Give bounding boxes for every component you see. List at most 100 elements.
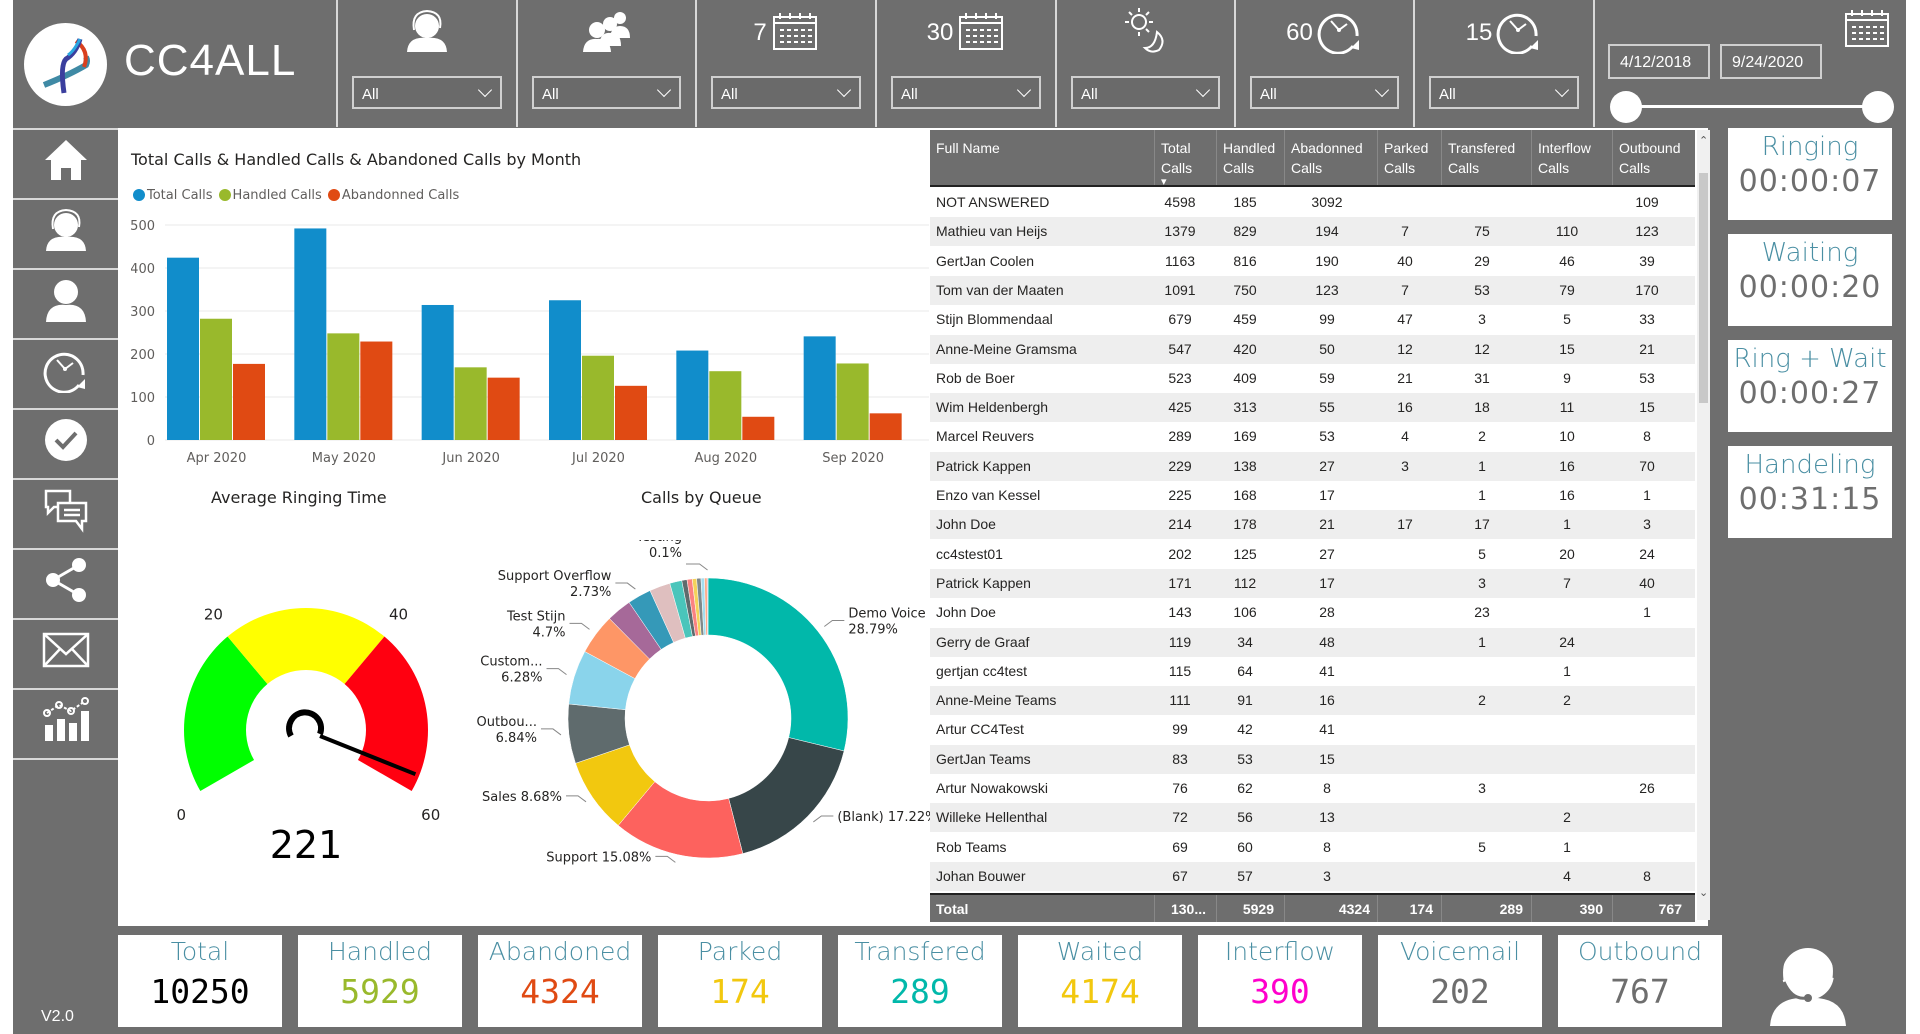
table-row[interactable]: John Doe 214 178 21 17 17 1 3 bbox=[930, 510, 1695, 540]
table-row[interactable]: John Doe 143 106 28 23 1 bbox=[930, 598, 1695, 627]
number-cell: 1 bbox=[1478, 487, 1486, 503]
sidebar-item-chat-bubbles[interactable] bbox=[13, 478, 118, 544]
table-row[interactable]: Patrick Kappen 229 138 27 3 1 16 70 bbox=[930, 451, 1695, 481]
kpi-card-handled: Handled 5929 bbox=[298, 935, 462, 1027]
column-header[interactable]: Interflow Calls bbox=[1531, 130, 1613, 185]
donut-slice[interactable] bbox=[728, 737, 845, 854]
table-row[interactable]: Marcel Reuvers 289 169 53 4 2 10 8 bbox=[930, 422, 1695, 451]
sidebar-item-share[interactable] bbox=[13, 548, 118, 614]
scroll-up-icon[interactable]: ⌃ bbox=[1699, 134, 1708, 147]
sidebar-item-home[interactable] bbox=[13, 128, 118, 194]
legend-item-total[interactable]: Total Calls bbox=[133, 188, 213, 203]
table-row[interactable]: NOT ANSWERED 4598 185 3092 109 bbox=[930, 188, 1695, 217]
table-row[interactable]: Willeke Hellenthal 72 56 13 2 bbox=[930, 803, 1695, 833]
number-cell: 194 bbox=[1315, 223, 1339, 240]
table-row[interactable]: GertJan Coolen 1163 816 190 40 29 46 39 bbox=[930, 247, 1695, 276]
table-row[interactable]: Enzo van Kessel 225 168 17 1 16 1 bbox=[930, 481, 1695, 510]
date-slider-start-handle[interactable] bbox=[1610, 91, 1642, 123]
donut-data-label: 6.84% bbox=[496, 731, 537, 746]
sidebar-item-user[interactable] bbox=[13, 268, 118, 334]
sidebar-item-clock-refresh[interactable] bbox=[13, 338, 118, 404]
table-row[interactable]: GertJan Teams 83 53 15 bbox=[930, 744, 1695, 774]
chat-bubbles-icon bbox=[42, 487, 90, 538]
filter-dropdown[interactable]: All bbox=[532, 76, 681, 109]
table-row[interactable]: cc4stest01 202 125 27 5 20 24 bbox=[930, 540, 1695, 569]
bar-total-calls[interactable] bbox=[676, 350, 709, 440]
scrollbar-thumb[interactable] bbox=[1699, 173, 1708, 403]
table-row[interactable]: Artur CC4Test 99 42 41 bbox=[930, 715, 1695, 744]
date-slider-end-handle[interactable] bbox=[1862, 91, 1894, 123]
sidebar-item-checkmark[interactable] bbox=[13, 408, 118, 474]
column-header[interactable]: Parked Calls bbox=[1377, 130, 1443, 185]
bar-total-calls[interactable] bbox=[803, 336, 836, 440]
agent-headset-icon bbox=[402, 8, 452, 59]
bar-total-calls[interactable] bbox=[294, 228, 327, 440]
bar-total-calls[interactable] bbox=[549, 300, 581, 440]
sidebar-item-mail[interactable] bbox=[13, 618, 118, 684]
number-cell: 214 bbox=[1168, 516, 1192, 533]
bar-abandonned-calls[interactable] bbox=[615, 385, 647, 440]
home-icon bbox=[43, 138, 89, 187]
agent-name-cell: John Doe bbox=[936, 516, 996, 533]
kpi-card-value: 202 bbox=[1430, 972, 1490, 1011]
scroll-down-icon[interactable]: ⌄ bbox=[1699, 886, 1708, 899]
sidebar-item-analytics-chart[interactable] bbox=[13, 688, 118, 754]
bar-handled-calls[interactable] bbox=[327, 333, 360, 440]
column-header[interactable]: Abadonned Calls bbox=[1284, 130, 1380, 185]
table-row[interactable]: Rob Teams 69 60 8 5 1 bbox=[930, 833, 1695, 862]
kpi-card-label: Waited bbox=[1056, 937, 1144, 966]
number-cell: 3 bbox=[1643, 516, 1651, 533]
donut-slice[interactable] bbox=[707, 577, 849, 752]
bar-abandonned-calls[interactable] bbox=[869, 413, 902, 440]
bar-abandonned-calls[interactable] bbox=[742, 416, 775, 440]
bar-abandonned-calls[interactable] bbox=[487, 377, 520, 440]
table-row[interactable]: Wim Heldenbergh 425 313 55 16 18 11 15 bbox=[930, 393, 1695, 423]
bar-handled-calls[interactable] bbox=[454, 367, 487, 440]
bar-handled-calls[interactable] bbox=[200, 318, 232, 440]
bar-handled-calls[interactable] bbox=[582, 355, 614, 440]
donut-slice[interactable] bbox=[706, 577, 709, 636]
table-row[interactable]: Anne-Meine Gramsma 547 420 50 12 12 15 21 bbox=[930, 334, 1695, 364]
filter-dropdown[interactable]: All bbox=[1250, 76, 1399, 109]
bar-handled-calls[interactable] bbox=[836, 363, 869, 440]
table-row[interactable]: gertjan cc4test 115 64 41 1 bbox=[930, 657, 1695, 686]
filter-dropdown[interactable]: All bbox=[1429, 76, 1579, 109]
table-scrollbar[interactable]: ⌃ ⌄ bbox=[1697, 130, 1710, 920]
number-cell: 2 bbox=[1563, 809, 1571, 826]
chevron-down-icon bbox=[1374, 82, 1390, 98]
end-date-input[interactable]: 9/24/2020 bbox=[1720, 44, 1822, 79]
agent-headset-icon bbox=[1758, 938, 1858, 1033]
filter-dropdown[interactable]: All bbox=[891, 76, 1041, 109]
start-date-input[interactable]: 4/12/2018 bbox=[1608, 44, 1710, 79]
number-cell: 55 bbox=[1319, 399, 1335, 416]
filter-dropdown[interactable]: All bbox=[352, 76, 502, 109]
table-row[interactable]: Patrick Kappen 171 112 17 3 7 40 bbox=[930, 568, 1695, 598]
bar-total-calls[interactable] bbox=[421, 304, 454, 440]
table-row[interactable]: Anne-Meine Teams 111 91 16 2 2 bbox=[930, 686, 1695, 716]
filter-dropdown[interactable]: All bbox=[1071, 76, 1220, 109]
table-row[interactable]: Tom van der Maaten 1091 750 123 7 53 79 170 bbox=[930, 275, 1695, 305]
column-header[interactable]: Outbound Calls bbox=[1612, 130, 1692, 185]
analytics-chart-icon bbox=[41, 696, 91, 748]
bar-total-calls[interactable] bbox=[167, 257, 199, 440]
bar-abandonned-calls[interactable] bbox=[360, 341, 393, 440]
bar-abandonned-calls[interactable] bbox=[233, 363, 265, 440]
agent-name-cell: John Doe bbox=[936, 604, 996, 621]
filter-dropdown[interactable]: All bbox=[711, 76, 861, 109]
sidebar-item-agent-headset[interactable] bbox=[13, 198, 118, 264]
column-header[interactable]: Full Name bbox=[930, 138, 1156, 158]
table-row[interactable]: Stijn Blommendaal 679 459 99 47 3 5 33 bbox=[930, 305, 1695, 334]
column-header[interactable]: Transfered Calls bbox=[1441, 130, 1533, 185]
date-slider-track[interactable] bbox=[1626, 105, 1880, 108]
number-cell: 459 bbox=[1233, 311, 1257, 328]
table-row[interactable]: Rob de Boer 523 409 59 21 31 9 53 bbox=[930, 364, 1695, 393]
legend-item-handled[interactable]: Handled Calls bbox=[218, 188, 322, 203]
legend-item-abandoned[interactable]: Abandonned Calls bbox=[327, 188, 459, 203]
bar-handled-calls[interactable] bbox=[709, 371, 742, 440]
table-row[interactable]: Johan Bouwer 67 57 3 4 8 bbox=[930, 861, 1695, 891]
column-header[interactable]: Total Calls ▾ bbox=[1154, 130, 1216, 188]
table-row[interactable]: Gerry de Graaf 119 34 48 1 24 bbox=[930, 627, 1695, 657]
table-row[interactable]: Artur Nowakowski 76 62 8 3 26 bbox=[930, 774, 1695, 803]
table-row[interactable]: Mathieu van Heijs 1379 829 194 7 75 110 123 bbox=[930, 217, 1695, 247]
column-header[interactable]: Handled Calls bbox=[1216, 130, 1284, 185]
